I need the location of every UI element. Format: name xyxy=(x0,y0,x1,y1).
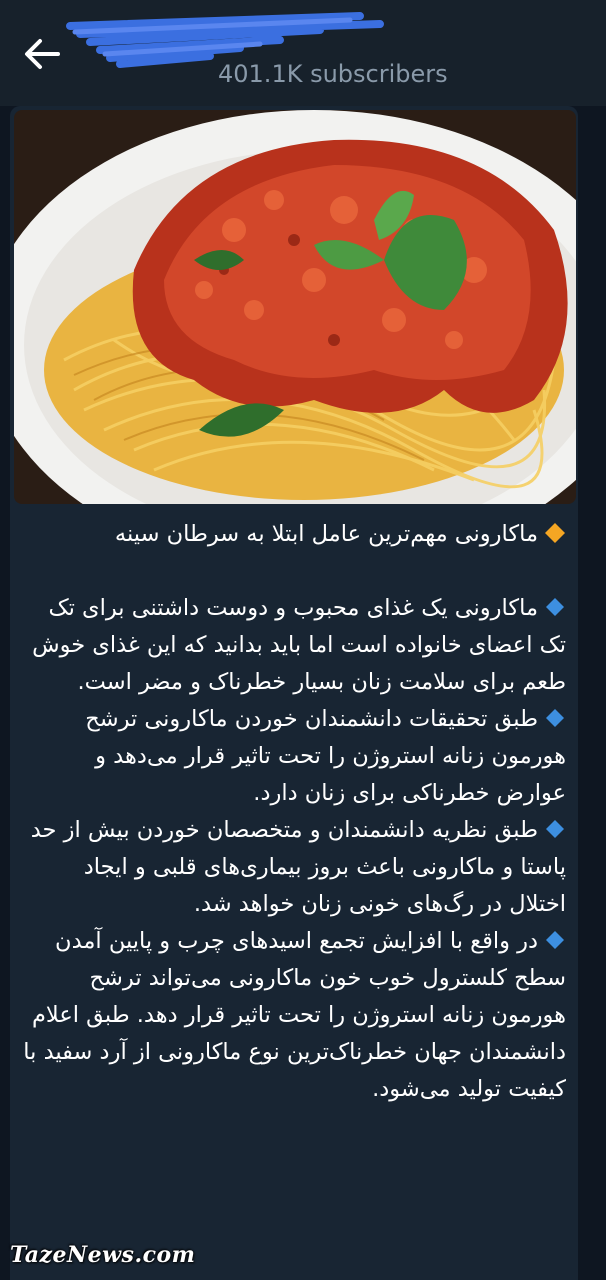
orange-diamond-icon xyxy=(544,522,566,544)
watermark: TazeNews.com xyxy=(10,1242,196,1268)
channel-header: 401.1K subscribers xyxy=(0,0,606,106)
blue-diamond-icon xyxy=(544,596,566,618)
pasta-photo[interactable] xyxy=(14,110,576,504)
paragraph-text: طبق نظریه دانشمندان و متخصصان خوردن بیش … xyxy=(30,817,566,917)
message-paragraph: ماکارونی یک غذای محبوب و دوست داشتنی برا… xyxy=(22,590,566,701)
back-button[interactable] xyxy=(18,30,66,78)
blue-diamond-icon xyxy=(544,929,566,951)
title-text: ماکارونی مهم‌ترین عامل ابتلا به سرطان سی… xyxy=(114,521,538,547)
paragraph-text: طبق تحقیقات دانشمندان خوردن ماکارونی ترش… xyxy=(85,706,566,806)
blue-diamond-icon xyxy=(544,707,566,729)
blue-diamond-icon xyxy=(544,818,566,840)
message-text: ماکارونی مهم‌ترین عامل ابتلا به سرطان سی… xyxy=(22,516,566,1108)
message-paragraph: طبق تحقیقات دانشمندان خوردن ماکارونی ترش… xyxy=(22,701,566,812)
spaghetti-image xyxy=(14,110,576,504)
scrollbar[interactable] xyxy=(600,110,604,1270)
message-paragraph: طبق نظریه دانشمندان و متخصصان خوردن بیش … xyxy=(22,812,566,923)
arrow-left-icon xyxy=(25,39,60,69)
message-paragraph: در واقع با افزایش تجمع اسیدهای چرب و پای… xyxy=(22,923,566,1108)
paragraph-text: ماکارونی یک غذای محبوب و دوست داشتنی برا… xyxy=(32,595,566,695)
subscriber-count: 401.1K subscribers xyxy=(218,60,448,88)
paragraph-text: در واقع با افزایش تجمع اسیدهای چرب و پای… xyxy=(23,928,566,1102)
message-title: ماکارونی مهم‌ترین عامل ابتلا به سرطان سی… xyxy=(22,516,566,553)
